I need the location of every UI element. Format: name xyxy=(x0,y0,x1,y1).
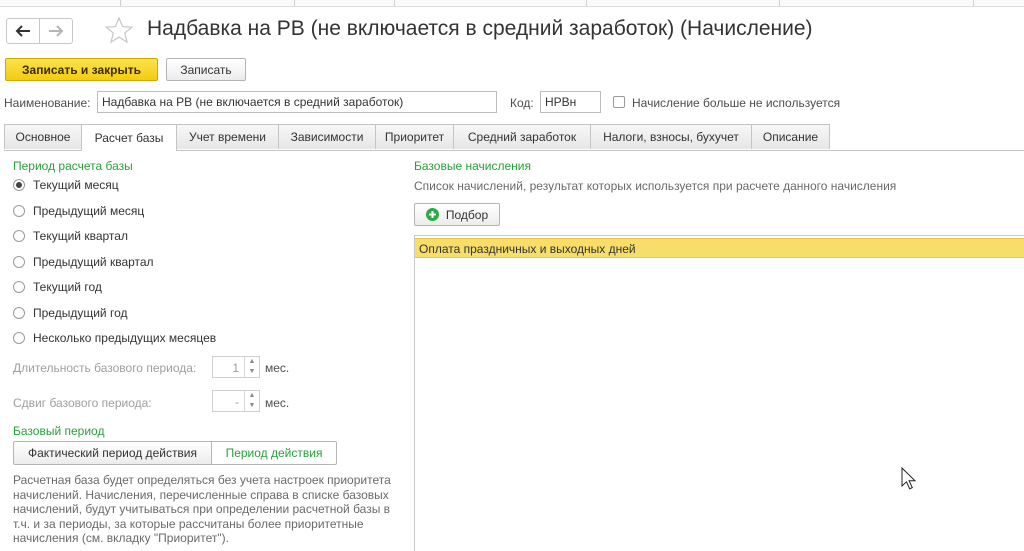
tab-base-calculation[interactable]: Расчет базы xyxy=(81,124,177,151)
arrow-right-icon xyxy=(49,25,64,37)
stepper-arrows-icon[interactable]: ▲ ▼ xyxy=(244,357,259,377)
base-accruals-title: Базовые начисления xyxy=(414,159,531,173)
shift-label: Сдвиг базового периода: xyxy=(13,396,152,410)
radio-label: Предыдущий год xyxy=(33,306,128,320)
duration-unit: мес. xyxy=(265,361,290,375)
radio-previous-quarter[interactable]: Предыдущий квартал xyxy=(13,254,154,270)
save-and-close-button[interactable]: Записать и закрыть xyxy=(5,58,158,81)
back-button[interactable] xyxy=(6,18,40,44)
action-period-option[interactable]: Период действия xyxy=(211,441,337,465)
tab-description[interactable]: Описание xyxy=(751,124,830,149)
radio-circle xyxy=(13,281,25,293)
radio-circle xyxy=(13,179,25,191)
window-top-strip xyxy=(0,0,1024,7)
radio-label: Несколько предыдущих месяцев xyxy=(33,331,217,345)
base-period-note: Расчетная база будет определяться без уч… xyxy=(13,473,391,546)
name-field[interactable]: Надбавка на РВ (не включается в средний … xyxy=(97,91,497,113)
forward-button[interactable] xyxy=(40,18,73,44)
arrow-left-icon xyxy=(15,25,30,37)
base-period-mode-title: Базовый период xyxy=(13,424,105,438)
tab-average-earnings[interactable]: Средний заработок xyxy=(453,124,591,149)
pick-button[interactable]: Подбор xyxy=(414,203,500,226)
tab-main[interactable]: Основное xyxy=(4,124,82,149)
favorite-star-icon[interactable] xyxy=(104,16,134,46)
base-accruals-list[interactable]: Оплата праздничных и выходных дней xyxy=(414,235,1024,551)
radio-circle xyxy=(13,307,25,319)
name-label: Наименование: xyxy=(4,96,91,110)
list-item[interactable]: Оплата праздничных и выходных дней xyxy=(415,238,1024,258)
shift-unit: мес. xyxy=(265,396,290,410)
radio-current-year[interactable]: Текущий год xyxy=(13,279,102,295)
radio-previous-month[interactable]: Предыдущий месяц xyxy=(13,203,144,219)
radio-current-month[interactable]: Текущий месяц xyxy=(13,177,119,193)
code-label: Код: xyxy=(510,96,534,110)
radio-label: Предыдущий квартал xyxy=(33,255,154,269)
page-title: Надбавка на РВ (не включается в средний … xyxy=(147,17,813,40)
duration-value: 1 xyxy=(232,361,239,375)
radio-circle xyxy=(13,230,25,242)
tab-taxes[interactable]: Налоги, взносы, бухучет xyxy=(590,124,752,149)
save-button[interactable]: Записать xyxy=(166,58,246,81)
actual-period-option[interactable]: Фактический период действия xyxy=(13,441,212,465)
add-circle-icon xyxy=(425,208,439,221)
base-period-group-title: Период расчета базы xyxy=(13,159,133,173)
mouse-cursor-icon xyxy=(901,467,917,490)
duration-stepper[interactable]: 1 ▲ ▼ xyxy=(212,356,260,378)
code-field[interactable]: НРВн xyxy=(540,91,601,113)
shift-value: - xyxy=(235,395,239,409)
shift-stepper[interactable]: - ▲ ▼ xyxy=(212,390,260,412)
radio-label: Текущий квартал xyxy=(33,229,128,243)
radio-circle xyxy=(13,205,25,217)
tab-bar: Основное Расчет базы Учет времени Зависи… xyxy=(4,124,1024,151)
radio-circle xyxy=(13,256,25,268)
unused-checkbox-label: Начисление больше не используется xyxy=(632,96,841,110)
radio-previous-year[interactable]: Предыдущий год xyxy=(13,305,127,321)
tab-time-accounting[interactable]: Учет времени xyxy=(176,124,279,149)
base-accruals-description: Список начислений, результат которых исп… xyxy=(414,179,897,193)
radio-several-previous-months[interactable]: Несколько предыдущих месяцев xyxy=(13,330,216,346)
radio-label: Текущий месяц xyxy=(33,178,119,192)
stepper-arrows-icon[interactable]: ▲ ▼ xyxy=(244,391,259,411)
unused-checkbox[interactable] xyxy=(613,96,625,108)
radio-circle xyxy=(13,332,25,344)
pick-button-label: Подбор xyxy=(445,207,489,222)
radio-current-quarter[interactable]: Текущий квартал xyxy=(13,228,128,244)
radio-label: Предыдущий месяц xyxy=(33,204,145,218)
duration-label: Длительность базового периода: xyxy=(13,361,197,375)
radio-label: Текущий год xyxy=(33,280,102,294)
tab-dependencies[interactable]: Зависимости xyxy=(278,124,376,149)
tab-priority[interactable]: Приоритет xyxy=(375,124,454,149)
